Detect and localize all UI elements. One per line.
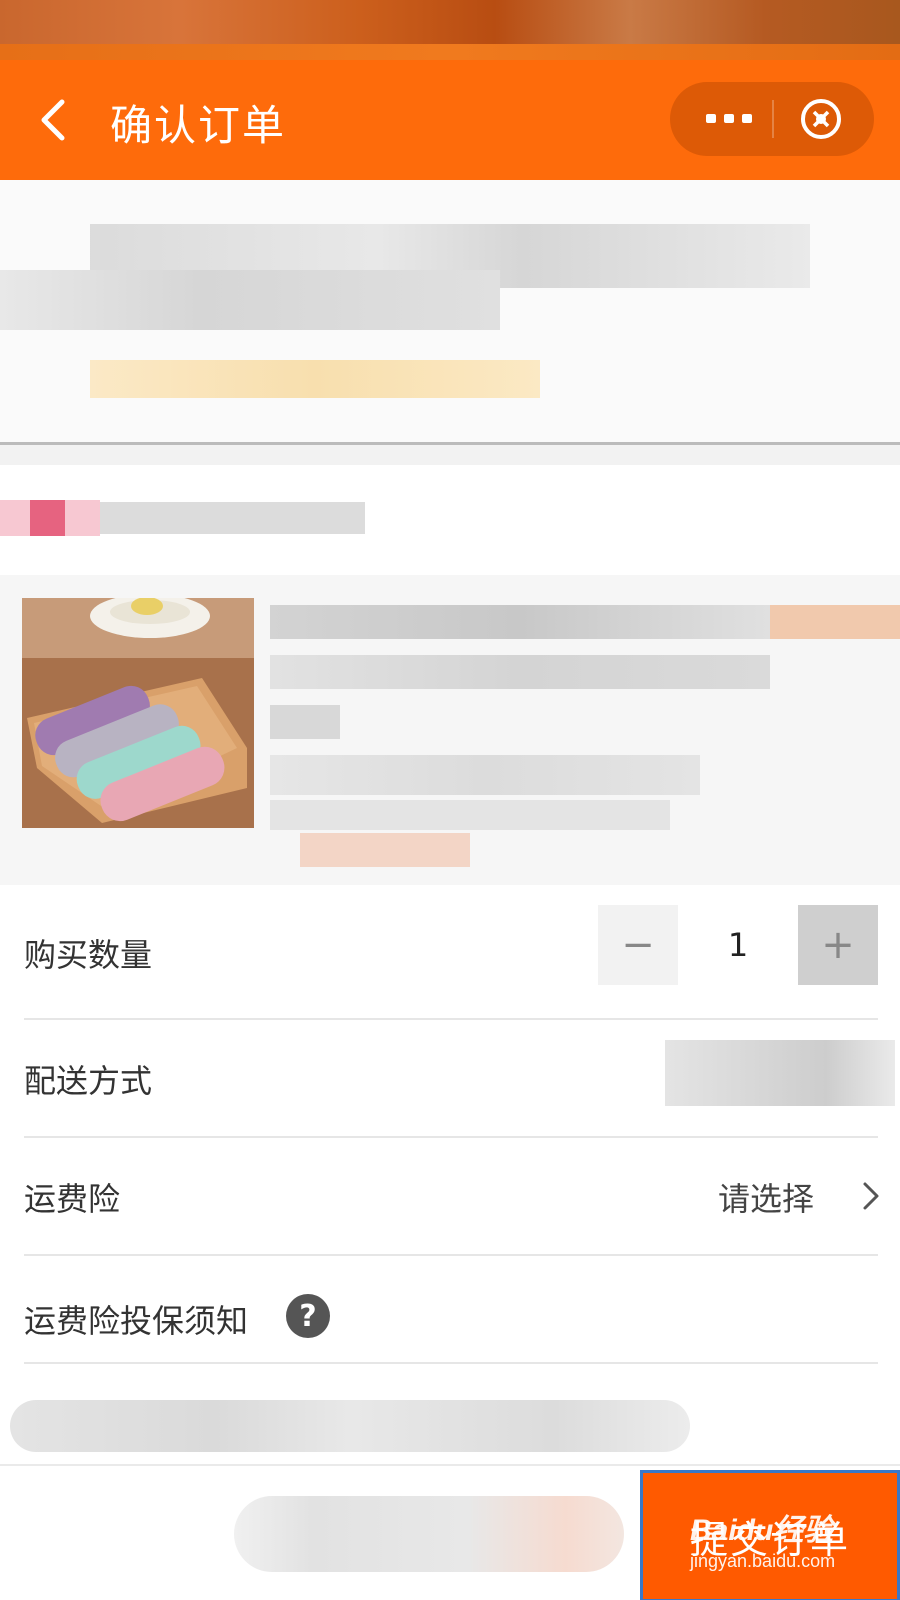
shop-row [0, 465, 900, 575]
address-detail-blurred [0, 270, 500, 330]
product-spec-blurred-line2 [270, 800, 670, 830]
chevron-left-icon[interactable] [36, 98, 76, 142]
product-title-blurred-line3 [270, 705, 340, 739]
product-price-blurred [300, 833, 470, 867]
close-mini-program-icon[interactable] [798, 96, 844, 142]
address-divider [0, 442, 900, 445]
shipping-insurance-label: 运费险 [24, 1180, 121, 1218]
total-price-blurred [234, 1496, 624, 1572]
shipping-insurance-value[interactable]: 请选择 [718, 1174, 814, 1220]
nav-bar: 确认订单 [0, 60, 900, 180]
help-question-icon[interactable]: ? [286, 1294, 330, 1338]
address-tag-blurred [90, 360, 540, 398]
submit-order-button[interactable]: 提交订单 [640, 1470, 900, 1600]
status-bar [0, 0, 900, 60]
shop-badge-blurred [0, 500, 100, 536]
product-item[interactable] [0, 575, 900, 885]
product-image [22, 598, 254, 828]
product-title-blurred-line2 [270, 655, 770, 689]
product-tag-blurred [770, 605, 900, 639]
quantity-row: 购买数量 − 1 + [0, 885, 900, 1020]
chevron-right-icon[interactable] [860, 1178, 882, 1214]
quantity-minus-button[interactable]: − [598, 905, 678, 985]
quantity-plus-button[interactable]: + [798, 905, 878, 985]
extra-info-row [0, 1364, 900, 1464]
quantity-label: 购买数量 [24, 936, 153, 974]
shipping-insurance-row[interactable]: 运费险 请选择 [0, 1138, 900, 1256]
bottom-bar: 提交订单 [0, 1464, 900, 1600]
product-title-blurred [270, 605, 770, 639]
mini-program-capsule [670, 82, 874, 156]
more-dots-icon[interactable] [704, 106, 756, 132]
address-card[interactable] [0, 180, 900, 442]
product-spec-blurred [270, 755, 700, 795]
page-title: 确认订单 [110, 101, 287, 150]
extra-info-blurred [10, 1400, 690, 1452]
delivery-row[interactable]: 配送方式 [0, 1020, 900, 1138]
capsule-divider [772, 100, 774, 138]
delivery-label: 配送方式 [24, 1062, 153, 1100]
quantity-value[interactable]: 1 [700, 905, 776, 985]
shop-name-blurred [100, 502, 365, 534]
insurance-notice-label: 运费险投保须知 [24, 1302, 249, 1340]
insurance-notice-row: 运费险投保须知 ? [0, 1256, 900, 1364]
delivery-value-blurred [665, 1040, 895, 1106]
